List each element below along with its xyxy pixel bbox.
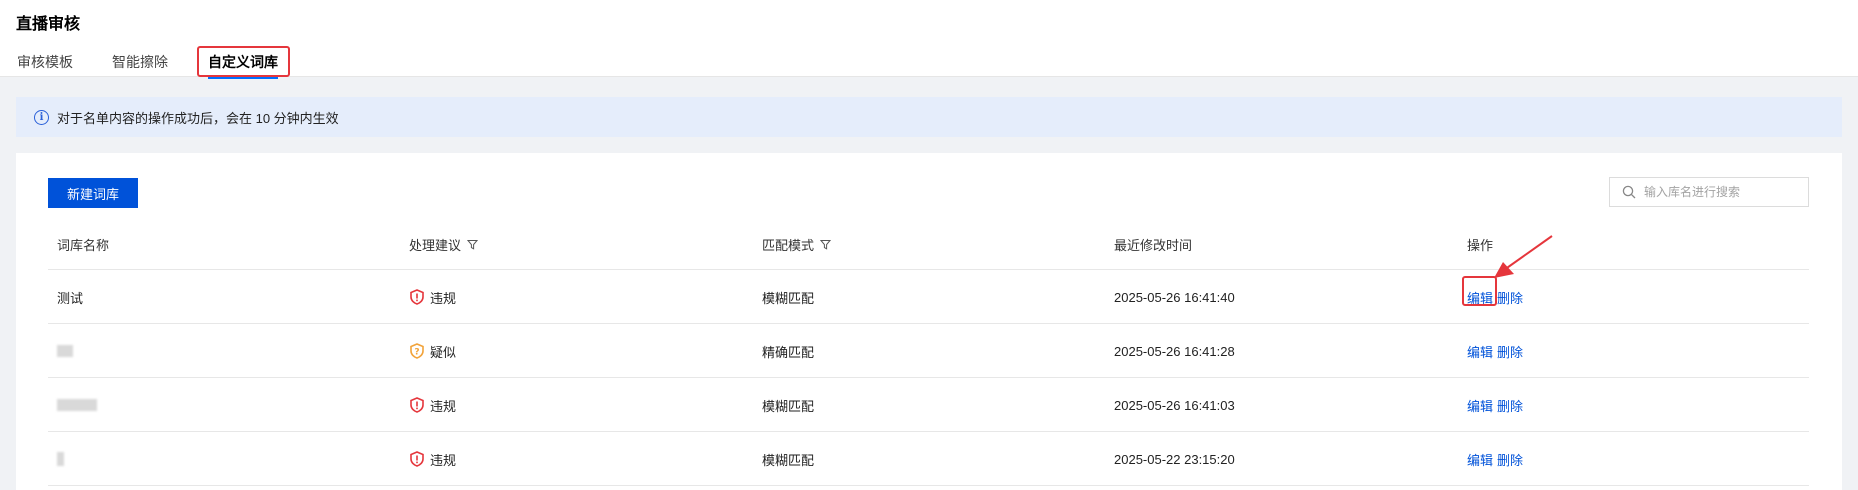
page-title: 直播审核 — [16, 16, 81, 33]
new-lexicon-button[interactable]: 新建词库 — [48, 178, 138, 208]
lexicon-name: 测试 — [57, 290, 84, 306]
page-header: 直播审核 审核模板 智能擦除 自定义词库 — [0, 0, 1858, 79]
match-mode: 模糊匹配 — [762, 290, 815, 306]
header-modified-time: 最近修改时间 — [1114, 238, 1193, 253]
delete-link[interactable]: 删除 — [1497, 288, 1523, 307]
suggestion-label: 违规 — [430, 398, 457, 414]
header-name: 词库名称 — [57, 238, 110, 253]
redacted-name — [57, 345, 73, 357]
actions-cell: 编辑 删除 — [1467, 324, 1527, 378]
notice-text: 对于名单内容的操作成功后，会在 10 分钟内生效 — [57, 110, 339, 126]
lexicon-name — [57, 324, 73, 378]
match-mode: 精确匹配 — [762, 344, 815, 360]
modified-time: 2025-05-26 16:41:03 — [1114, 397, 1235, 413]
suggestion-label: 违规 — [430, 290, 457, 306]
delete-link[interactable]: 删除 — [1497, 396, 1523, 415]
table-row: 违规 模糊匹配 2025-05-26 16:41:03 编辑 删除 — [48, 378, 1809, 432]
tab-smart-erase[interactable]: 智能擦除 — [112, 52, 168, 72]
modified-time: 2025-05-26 16:41:28 — [1114, 343, 1235, 359]
info-icon: i — [34, 109, 49, 125]
delete-link[interactable]: 删除 — [1497, 450, 1523, 469]
suggestion-label: 违规 — [430, 452, 457, 468]
match-mode: 模糊匹配 — [762, 452, 815, 468]
modified-time: 2025-05-26 16:41:40 — [1114, 289, 1235, 305]
redacted-name — [57, 452, 64, 466]
info-notice: i 对于名单内容的操作成功后，会在 10 分钟内生效 — [16, 97, 1842, 137]
lexicon-card: 新建词库 词库名称 处理建议 匹配模式 最近修改时间 操作 — [16, 153, 1842, 490]
suggestion-label: 疑似 — [430, 344, 457, 360]
match-mode: 模糊匹配 — [762, 398, 815, 414]
tab-review-template[interactable]: 审核模板 — [17, 52, 73, 72]
search-icon — [1622, 185, 1636, 199]
redacted-name — [57, 399, 97, 411]
modified-time: 2025-05-22 23:15:20 — [1114, 451, 1235, 467]
table-row: ? 疑似 精确匹配 2025-05-26 16:41:28 编辑 删除 — [48, 324, 1809, 378]
suspect-shield-icon: ? — [410, 343, 424, 359]
filter-icon[interactable] — [467, 239, 479, 250]
violation-shield-icon — [410, 289, 424, 305]
search-input[interactable] — [1644, 185, 1804, 199]
lexicon-name — [57, 378, 97, 432]
edit-link[interactable]: 编辑 — [1467, 396, 1493, 415]
edit-link[interactable]: 编辑 — [1467, 342, 1493, 361]
delete-link[interactable]: 删除 — [1497, 342, 1523, 361]
actions-cell: 编辑 删除 — [1467, 432, 1527, 486]
edit-link[interactable]: 编辑 — [1467, 288, 1493, 307]
suggestion-cell: 违规 — [409, 378, 456, 432]
edit-link[interactable]: 编辑 — [1467, 450, 1493, 469]
table-row: 违规 模糊匹配 2025-05-22 23:15:20 编辑 删除 — [48, 432, 1809, 486]
filter-icon[interactable] — [820, 239, 832, 250]
suggestion-cell: 违规 — [409, 270, 456, 324]
actions-cell: 编辑 删除 — [1467, 378, 1527, 432]
svg-text:?: ? — [414, 348, 419, 358]
search-box[interactable] — [1609, 177, 1809, 207]
tab-custom-lexicon[interactable]: 自定义词库 — [208, 52, 278, 79]
suggestion-cell: 违规 — [409, 432, 456, 486]
header-match-mode: 匹配模式 — [762, 235, 832, 254]
lexicon-name — [57, 432, 64, 486]
violation-shield-icon — [410, 397, 424, 413]
suggestion-cell: ? 疑似 — [409, 324, 456, 378]
header-suggestion: 处理建议 — [409, 235, 479, 254]
annotation-arrow-icon — [1494, 235, 1553, 278]
violation-shield-icon — [410, 451, 424, 467]
